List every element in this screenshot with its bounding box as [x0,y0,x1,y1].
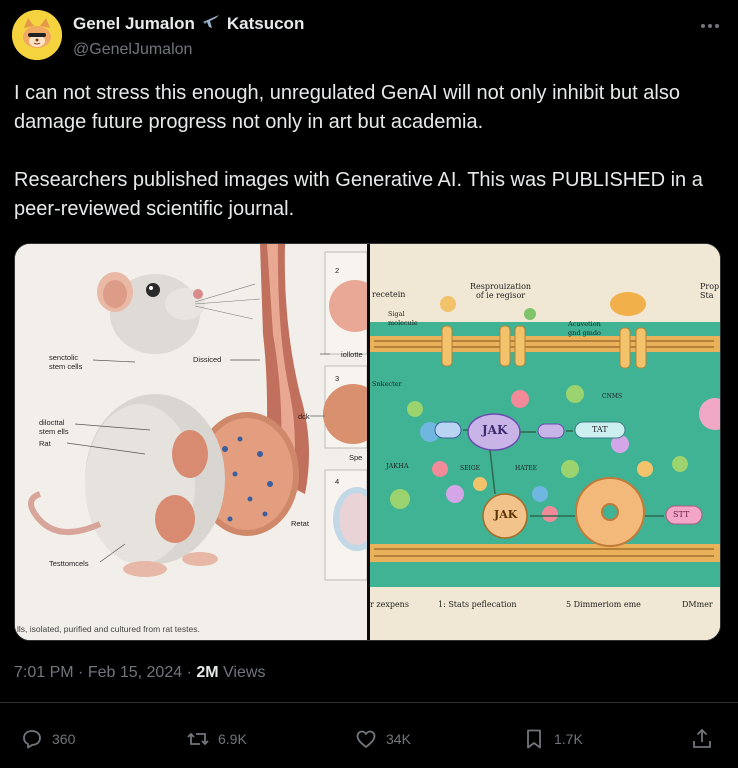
more-options-icon[interactable] [696,12,724,40]
pathway-diagram-image: recetein Resprouization of ie regisor Pr… [370,244,720,640]
tweet-date[interactable]: Feb 15, 2024 [88,664,182,681]
meta-separator: · [186,664,192,681]
bookmark-count: 1.7K [554,731,583,747]
label-jak-main: JAK [482,423,508,437]
label-iollotte: iollotte [341,350,363,359]
label-recetein: recetein [372,290,406,299]
label-n3: 3 [335,374,340,383]
action-bar: 360 6.9K 34K 1.7K [0,722,738,756]
label-diloctal: dilocttal stem ells [39,418,69,436]
meta-separator: · [78,664,84,681]
reply-count: 360 [52,731,76,747]
tweet-media[interactable]: senctolic stem cells Dissiced 2 iollotte… [14,243,721,641]
rat-illustration [15,244,367,640]
label-matee: HATEE [515,465,537,472]
tweet-meta: 7:01 PM · Feb 15, 2024 · 2M Views [14,664,265,682]
image-caption: lls, isolated, purified and cultured fro… [17,624,200,634]
share-button[interactable] [690,722,714,756]
tweet-text: I can not stress this enough, unregulate… [14,82,703,220]
divider [0,702,738,703]
repost-count: 6.9K [218,731,247,747]
label-spe: Spe [349,453,363,462]
label-testomcels: Testtomcels [49,559,89,568]
like-count: 34K [386,731,411,747]
label-bottom-3: 5 Dimmeriom eme [566,600,641,609]
label-tat: TAT [592,425,608,434]
views-count: 2M [196,664,219,681]
avatar[interactable] [12,10,62,60]
bookmark-icon [527,729,541,749]
label-activation: Acuvetion gnd gmdo [568,320,601,337]
label-sigal: Sigal molecule [388,310,418,327]
label-retat: Retat [291,519,309,528]
heart-icon [356,730,376,748]
label-jak-lower: JAK [494,508,518,521]
cat-avatar-icon [12,10,62,60]
share-icon [693,728,711,748]
user-handle[interactable]: @GenelJumalon [73,41,304,59]
label-cnms: CNMS [602,393,623,400]
like-button[interactable]: 34K [354,722,411,756]
rat-diagram-image: senctolic stem cells Dissiced 2 iollotte… [15,244,367,640]
repost-button[interactable]: 6.9K [186,722,247,756]
label-seige: SEIGE [460,465,481,472]
label-stt: STT [673,510,690,519]
label-bottom-1: r zexpens [370,600,409,609]
label-resprouization: Resprouization of ie regisor [470,282,532,300]
bookmark-button[interactable]: 1.7K [522,722,583,756]
label-rat: Rat [39,439,51,448]
display-name[interactable]: Genel Jumalon [73,14,195,34]
tweet-time[interactable]: 7:01 PM [14,664,74,681]
label-jakha: JAKHA [386,462,409,470]
display-name-suffix: Katsucon [226,13,305,33]
pathway-illustration [370,244,720,640]
views-label: Views [223,664,266,681]
label-n2: 2 [335,266,340,275]
label-senctolic: senctolic stem cells [49,353,83,371]
label-prop: Prop Sta [700,282,720,300]
label-bottom-4: DMmer [682,600,713,609]
label-senkecter: Snkecter [372,380,402,388]
label-dck: dck [298,412,310,421]
reply-button[interactable]: 360 [20,722,75,756]
airplane-icon [201,12,221,35]
label-bottom-2: 1: Stats peflecation [438,600,517,609]
label-dissiced: Dissiced [193,355,222,364]
repost-icon [187,732,209,746]
reply-icon [23,730,41,749]
tweet-header: Genel Jumalon Katsucon @GenelJumalon [12,10,728,60]
label-n4: 4 [335,477,340,486]
